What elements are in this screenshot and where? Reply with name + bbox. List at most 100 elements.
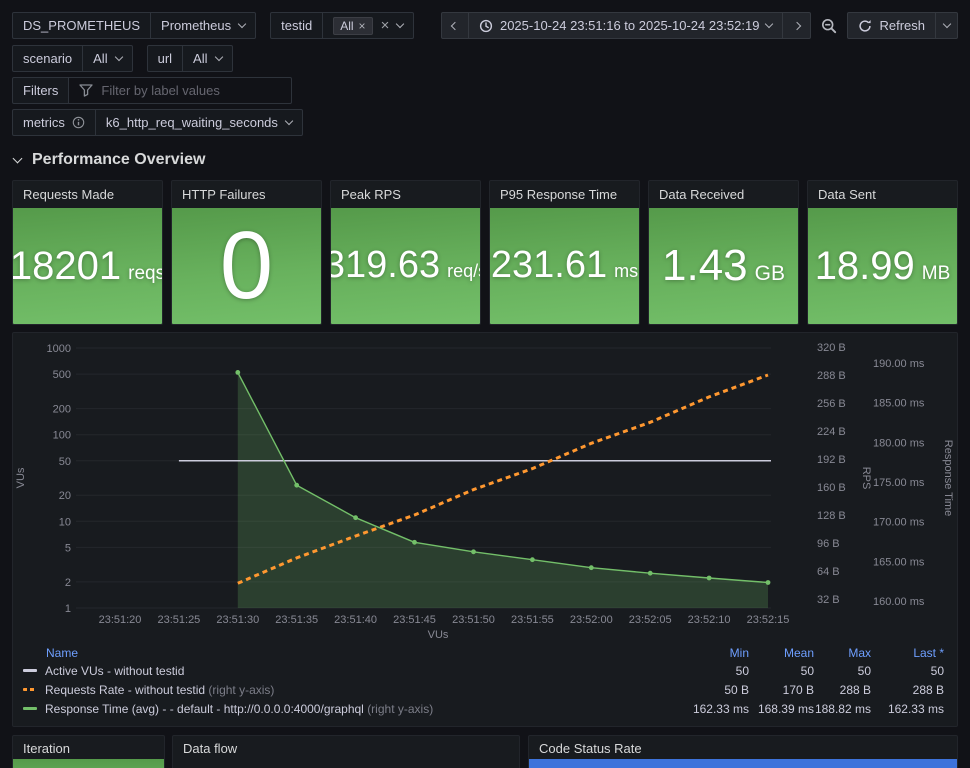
svg-text:165.00 ms: 165.00 ms: [873, 556, 925, 568]
svg-text:160 B: 160 B: [817, 482, 846, 494]
svg-text:256 B: 256 B: [817, 398, 846, 410]
var-scenario-select[interactable]: All: [83, 45, 133, 72]
stat-value: 319.63: [330, 244, 441, 287]
panel-title[interactable]: HTTP Failures: [172, 181, 321, 208]
legend-row: Response Time (avg) - - default - http:/…: [23, 699, 944, 718]
legend-value: 188.82 ms: [814, 701, 871, 716]
legend-value: 162.33 ms: [692, 701, 749, 716]
legend-value: 50: [857, 663, 871, 678]
chevron-down-icon: [114, 52, 123, 62]
svg-text:320 B: 320 B: [817, 342, 846, 354]
var-url-label: url: [146, 45, 184, 72]
legend-row: Requests Rate - without testid (right y-…: [23, 680, 944, 699]
section-performance-overview[interactable]: Performance Overview: [12, 151, 205, 169]
time-shift-back-button[interactable]: [440, 12, 469, 39]
legend-col-last[interactable]: Last *: [871, 646, 944, 660]
filter-input[interactable]: [101, 83, 282, 98]
svg-text:23:51:50: 23:51:50: [452, 614, 495, 626]
remove-tag-icon[interactable]: ×: [359, 20, 366, 32]
var-url: url All: [146, 45, 233, 72]
refresh-interval-button[interactable]: [936, 12, 958, 39]
svg-text:32 B: 32 B: [817, 594, 840, 606]
legend-series-name[interactable]: Response Time (avg) - - default - http:/…: [23, 702, 683, 716]
stat-unit: reqs: [128, 263, 163, 284]
series-color-swatch: [23, 707, 37, 710]
svg-text:Response Time: Response Time: [942, 440, 954, 516]
stat-value-area: 18.99 MB: [808, 208, 957, 324]
panel-title[interactable]: P95 Response Time: [490, 181, 639, 208]
time-controls: 2025-10-24 23:51:16 to 2025-10-24 23:52:…: [440, 12, 958, 39]
legend-series-name[interactable]: Active VUs - without testid: [23, 664, 683, 678]
legend-col-mean[interactable]: Mean: [749, 646, 814, 660]
svg-text:23:52:05: 23:52:05: [629, 614, 672, 626]
refresh-label: Refresh: [879, 18, 925, 33]
svg-text:175.00 ms: 175.00 ms: [873, 477, 925, 489]
var-url-value: All: [193, 51, 208, 66]
svg-text:185.00 ms: 185.00 ms: [873, 398, 925, 410]
panel-title[interactable]: Data Received: [649, 181, 798, 208]
stats-row: Requests Made 18201 reqs HTTP Failures 0 Peak…: [12, 180, 958, 325]
svg-text:200: 200: [53, 404, 71, 416]
metrics-value: k6_http_req_waiting_seconds: [105, 115, 278, 130]
panel-title[interactable]: Iteration: [13, 736, 164, 761]
stat-value: 231.61: [490, 244, 608, 287]
legend-header: Name Min Mean Max Last *: [23, 644, 944, 661]
time-range-picker[interactable]: 2025-10-24 23:51:16 to 2025-10-24 23:52:…: [468, 12, 784, 39]
legend-col-name[interactable]: Name: [23, 646, 683, 660]
time-picker-group: 2025-10-24 23:51:16 to 2025-10-24 23:52:…: [440, 12, 812, 39]
chevron-left-icon: [450, 21, 460, 30]
svg-text:1: 1: [65, 603, 71, 615]
stat-value: 18201: [12, 244, 122, 288]
filter-input-wrap: [69, 77, 293, 104]
legend-series-name[interactable]: Requests Rate - without testid (right y-…: [23, 683, 683, 697]
svg-text:23:52:00: 23:52:00: [570, 614, 613, 626]
panel-title[interactable]: Requests Made: [13, 181, 162, 208]
legend-value: 50: [800, 663, 814, 678]
panel-title[interactable]: Peak RPS: [331, 181, 480, 208]
legend-value: 170 B: [782, 682, 814, 697]
bar-gauge: [529, 759, 957, 768]
stat-unit: MB: [921, 263, 951, 284]
legend-value: 50: [930, 663, 944, 678]
var-url-select[interactable]: All: [183, 45, 233, 72]
series-color-swatch: [23, 669, 37, 672]
metrics-label: metrics: [12, 109, 96, 136]
svg-text:100: 100: [53, 430, 71, 442]
stat-panel-p95-response-time: P95 Response Time 231.61 ms: [489, 180, 640, 325]
svg-text:23:51:40: 23:51:40: [334, 614, 377, 626]
chevron-down-icon: [942, 19, 951, 29]
stat-value-area: 231.61 ms: [490, 208, 639, 324]
time-shift-forward-button[interactable]: [783, 12, 812, 39]
chevron-down-icon: [237, 19, 247, 29]
var-testid: testid All × ×: [270, 12, 415, 39]
testid-tag[interactable]: All ×: [333, 16, 373, 35]
chevron-down-icon: [396, 19, 405, 29]
timeseries-panel: 1000 500 200 100 50 20 10 5 2 1 320 B 288 B 256 B 224…: [12, 332, 958, 727]
legend-col-min[interactable]: Min: [683, 646, 749, 660]
bottom-panels-row: Iteration Data flow Code Status Rate: [12, 735, 958, 768]
legend-col-max[interactable]: Max: [814, 646, 871, 660]
adhoc-filters: Filters: [12, 77, 293, 104]
info-icon[interactable]: [72, 116, 85, 129]
var-datasource-value: Prometheus: [161, 18, 232, 33]
var-datasource-select[interactable]: Prometheus: [151, 12, 257, 39]
panel-title[interactable]: Data Sent: [808, 181, 957, 208]
time-series-chart[interactable]: 1000 500 200 100 50 20 10 5 2 1 320 B 288 B 256 B 224…: [13, 333, 959, 643]
svg-text:5: 5: [65, 542, 71, 554]
legend-row: Active VUs - without testid 50 50 50 50: [23, 661, 944, 680]
panel-title[interactable]: Data flow: [173, 736, 519, 761]
svg-text:190.00 ms: 190.00 ms: [873, 358, 925, 370]
legend-value: 162.33 ms: [887, 701, 944, 716]
svg-text:2: 2: [65, 577, 71, 589]
metrics-select[interactable]: k6_http_req_waiting_seconds: [95, 109, 303, 136]
refresh-button[interactable]: Refresh: [847, 12, 936, 39]
panel-title[interactable]: Code Status Rate: [529, 736, 957, 761]
svg-text:23:51:30: 23:51:30: [216, 614, 259, 626]
svg-text:23:52:10: 23:52:10: [688, 614, 731, 626]
refresh-icon: [859, 19, 872, 32]
zoom-out-button[interactable]: [819, 18, 839, 34]
clear-all-icon[interactable]: ×: [381, 18, 390, 33]
chevron-down-icon: [765, 19, 774, 29]
stat-unit: GB: [754, 261, 785, 285]
var-testid-select[interactable]: All × ×: [323, 12, 415, 39]
